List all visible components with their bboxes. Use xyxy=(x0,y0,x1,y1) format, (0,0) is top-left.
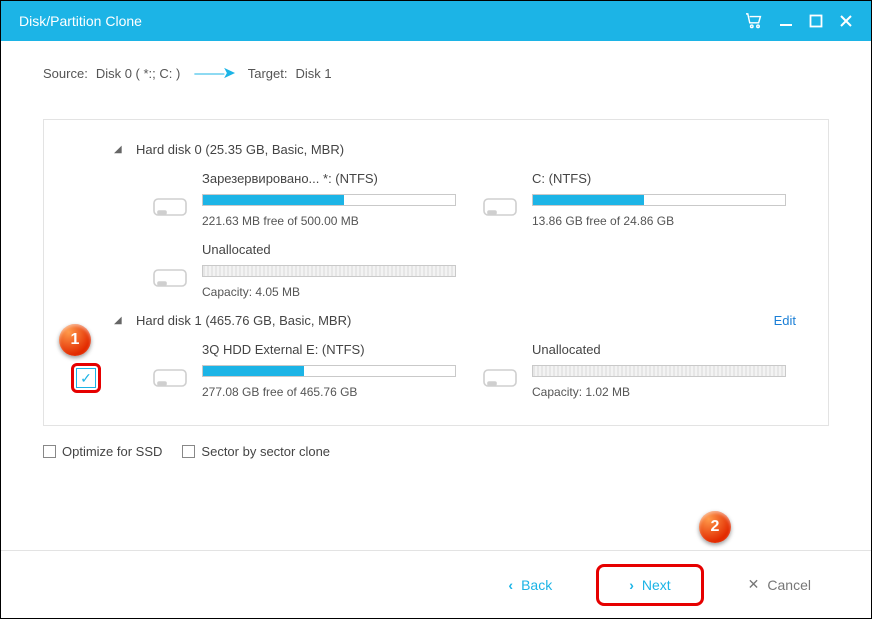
disk-icon xyxy=(482,364,518,394)
target-label: Target: xyxy=(248,66,288,81)
partition-c: C: (NTFS) 13.86 GB free of 24.86 GB xyxy=(482,171,792,228)
disk0-label: Hard disk 0 (25.35 GB, Basic, MBR) xyxy=(136,142,344,157)
usage-bar xyxy=(202,365,456,377)
annotation-badge-1: 1 xyxy=(59,324,91,356)
caret-down-icon: ◢ xyxy=(114,315,128,326)
partition-unallocated-1: Unallocated Capacity: 1.02 MB xyxy=(482,342,792,399)
clone-options: Optimize for SSD Sector by sector clone xyxy=(43,444,829,459)
chevron-left-icon: ‹ xyxy=(508,577,513,593)
minimize-icon[interactable] xyxy=(779,14,793,28)
close-x-icon: ✕ xyxy=(748,576,760,593)
edit-link[interactable]: Edit xyxy=(774,313,796,328)
partition-unallocated-0: Unallocated Capacity: 4.05 MB xyxy=(152,242,462,299)
disk-icon xyxy=(482,193,518,223)
source-label: Source: xyxy=(43,66,88,81)
usage-bar xyxy=(202,194,456,206)
cart-icon[interactable] xyxy=(745,13,763,29)
source-target-path: Source: Disk 0 ( *:; C: ) ——➤ Target: Di… xyxy=(1,41,871,93)
usage-bar xyxy=(532,365,786,377)
target-value: Disk 1 xyxy=(295,66,331,81)
source-value: Disk 0 ( *:; C: ) xyxy=(96,66,181,81)
sector-clone-checkbox[interactable]: Sector by sector clone xyxy=(182,444,330,459)
disk-icon xyxy=(152,364,188,394)
usage-bar xyxy=(202,265,456,277)
window-title: Disk/Partition Clone xyxy=(19,13,745,29)
disk1-label: Hard disk 1 (465.76 GB, Basic, MBR) xyxy=(136,313,351,328)
disk1-select-checkbox[interactable]: ✓ xyxy=(71,363,101,393)
disk0-header[interactable]: ◢ Hard disk 0 (25.35 GB, Basic, MBR) xyxy=(44,138,828,161)
titlebar: Disk/Partition Clone xyxy=(1,1,871,41)
usage-bar xyxy=(532,194,786,206)
partition-reserved: Зарезервировано... *: (NTFS) 221.63 MB f… xyxy=(152,171,462,228)
annotation-badge-2: 2 xyxy=(699,511,731,543)
optimize-ssd-checkbox[interactable]: Optimize for SSD xyxy=(43,444,162,459)
partition-e: 3Q HDD External E: (NTFS) 277.08 GB free… xyxy=(152,342,462,399)
caret-down-icon: ◢ xyxy=(114,144,128,155)
maximize-icon[interactable] xyxy=(809,14,823,28)
arrow-icon: ——➤ xyxy=(194,63,233,83)
chevron-right-icon: › xyxy=(629,577,634,593)
footer: ‹Back ›Next ✕Cancel xyxy=(1,550,871,618)
close-icon[interactable] xyxy=(839,14,853,28)
back-button[interactable]: ‹Back xyxy=(488,569,572,601)
next-button[interactable]: ›Next xyxy=(609,569,690,601)
disk-panel: ◢ Hard disk 0 (25.35 GB, Basic, MBR) Зар… xyxy=(43,119,829,426)
disk-icon xyxy=(152,193,188,223)
disk1-header[interactable]: ◢ Hard disk 1 (465.76 GB, Basic, MBR) Ed… xyxy=(44,309,828,332)
disk-icon xyxy=(152,264,188,294)
cancel-button[interactable]: ✕Cancel xyxy=(728,568,831,601)
checkmark-icon: ✓ xyxy=(80,370,92,387)
next-highlight: ›Next xyxy=(596,564,703,606)
